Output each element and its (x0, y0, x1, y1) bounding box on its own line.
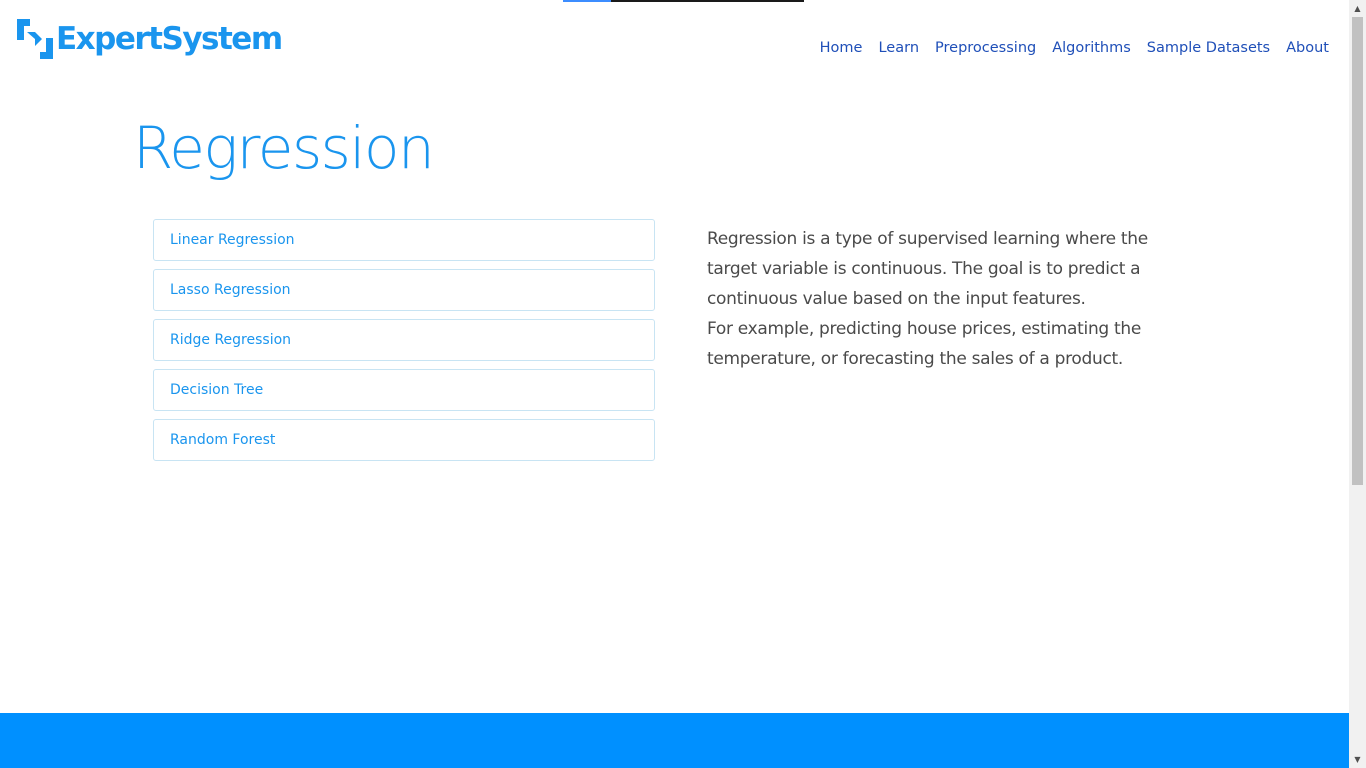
algorithm-item-label: Random Forest (170, 432, 276, 448)
nav-link-preprocessing[interactable]: Preprocessing (927, 37, 1044, 59)
regression-description: Regression is a type of supervised learn… (707, 224, 1187, 374)
algorithm-item-ridge-regression[interactable]: Ridge Regression (153, 319, 655, 361)
algorithm-item-decision-tree[interactable]: Decision Tree (153, 369, 655, 411)
nav-link-algorithms[interactable]: Algorithms (1044, 37, 1139, 59)
page-title: Regression (133, 114, 435, 182)
description-paragraph: Regression is a type of supervised learn… (707, 229, 1148, 309)
scroll-down-arrow-icon[interactable]: ▼ (1349, 751, 1366, 768)
main-navigation: Home Learn Preprocessing Algorithms Samp… (812, 37, 1337, 59)
brand-logo-link[interactable]: ExpertSystem (16, 18, 283, 60)
page-load-progress-bar (563, 0, 804, 2)
nav-link-home[interactable]: Home (812, 37, 871, 59)
vertical-scrollbar[interactable]: ▲ ▼ (1349, 0, 1366, 768)
footer (0, 713, 1349, 768)
nav-link-sample-datasets[interactable]: Sample Datasets (1139, 37, 1278, 59)
algorithm-item-random-forest[interactable]: Random Forest (153, 419, 655, 461)
page: ExpertSystem Home Learn Preprocessing Al… (0, 0, 1349, 768)
algorithm-list: Linear Regression Lasso Regression Ridge… (153, 219, 655, 469)
expertsystem-logo-icon (17, 19, 53, 59)
algorithm-item-linear-regression[interactable]: Linear Regression (153, 219, 655, 261)
brand-name: ExpertSystem (56, 21, 283, 57)
nav-link-about[interactable]: About (1278, 37, 1337, 59)
scroll-up-arrow-icon[interactable]: ▲ (1349, 0, 1366, 17)
algorithm-item-label: Decision Tree (170, 382, 264, 398)
page-load-progress-fill (563, 0, 612, 2)
algorithm-item-label: Linear Regression (170, 232, 295, 248)
algorithm-item-label: Lasso Regression (170, 282, 291, 298)
description-example: For example, predicting house prices, es… (707, 319, 1142, 369)
scrollbar-thumb[interactable] (1352, 17, 1363, 485)
algorithm-item-label: Ridge Regression (170, 332, 292, 348)
algorithm-item-lasso-regression[interactable]: Lasso Regression (153, 269, 655, 311)
nav-link-learn[interactable]: Learn (870, 37, 927, 59)
